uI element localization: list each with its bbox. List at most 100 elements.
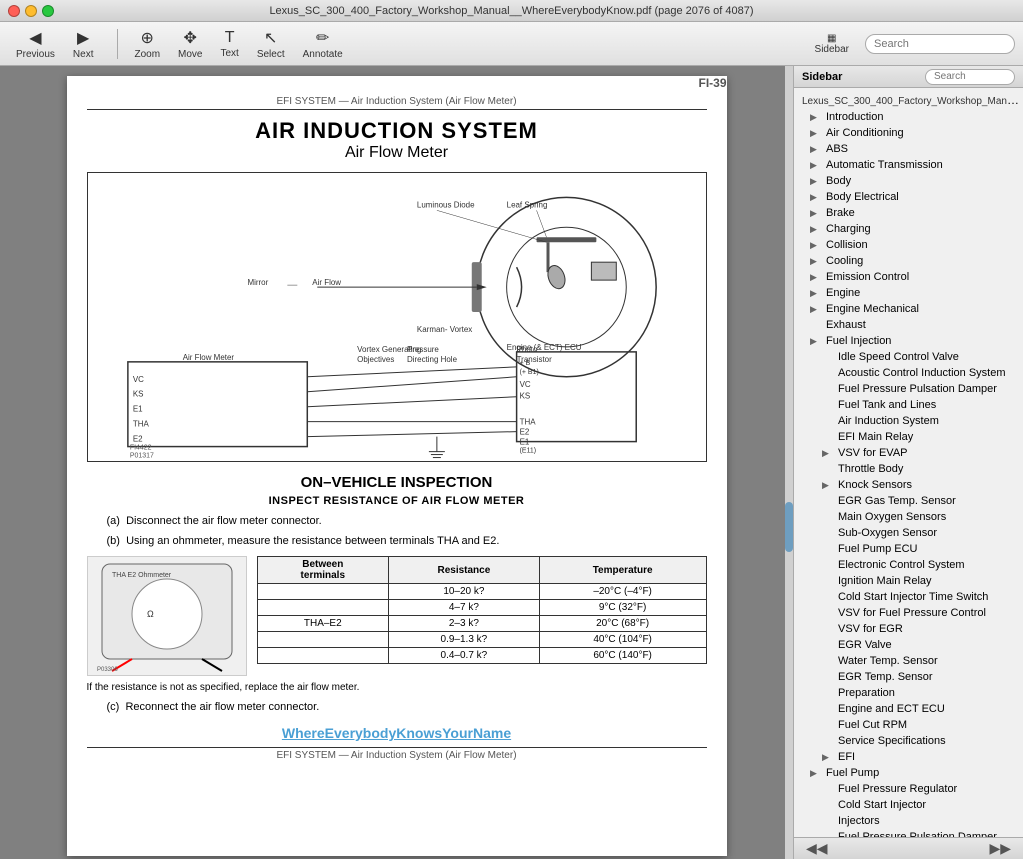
sidebar-item-introduction[interactable]: ▶Introduction	[794, 108, 1023, 124]
sidebar-prev-button[interactable]: ◀◀	[802, 840, 832, 857]
svg-text:+ B: + B	[519, 360, 530, 367]
svg-text:Ω: Ω	[147, 609, 154, 619]
sidebar-item-cooling[interactable]: ▶Cooling	[794, 252, 1023, 268]
text-button[interactable]: T Text	[212, 26, 246, 62]
search-input[interactable]	[865, 34, 1015, 54]
sidebar-item-electronic-control[interactable]: Electronic Control System	[794, 556, 1023, 572]
sidebar-item-sub-oxygen-sensor[interactable]: Sub-Oxygen Sensor	[794, 524, 1023, 540]
tree-arrow-icon: ▶	[810, 240, 822, 251]
col-resistance: Resistance	[389, 557, 540, 584]
sidebar-item-fuel-pump-ecu[interactable]: Fuel Pump ECU	[794, 540, 1023, 556]
sidebar-item-engine[interactable]: ▶Engine	[794, 284, 1023, 300]
sidebar-item-egr-valve[interactable]: EGR Valve	[794, 636, 1023, 652]
previous-button[interactable]: ◀ Previous	[8, 25, 63, 63]
sidebar-item-label: Automatic Transmission	[822, 158, 947, 172]
sidebar-item-abs[interactable]: ▶ABS	[794, 140, 1023, 156]
scrollbar-thumb[interactable]	[785, 502, 793, 552]
sidebar-item-fuel-pressure-regulator-2[interactable]: Fuel Pressure Regulator	[794, 780, 1023, 796]
sidebar-item-idle-speed-control[interactable]: Idle Speed Control Valve	[794, 348, 1023, 364]
sidebar-item-brake[interactable]: ▶Brake	[794, 204, 1023, 220]
next-button[interactable]: ▶ Next	[65, 25, 102, 63]
minimize-button[interactable]	[25, 5, 37, 17]
sidebar-item-fuel-cut-rpm[interactable]: Fuel Cut RPM	[794, 716, 1023, 732]
table-row: 0.9–1.3 k?40°C (104°F)	[257, 632, 706, 648]
sidebar-item-air-conditioning[interactable]: ▶Air Conditioning	[794, 124, 1023, 140]
step-list: (a) Disconnect the air flow meter connec…	[87, 513, 707, 550]
sidebar-item-label: Fuel Cut RPM	[834, 718, 911, 732]
sidebar-item-fuel-tank-lines[interactable]: Fuel Tank and Lines	[794, 396, 1023, 412]
sidebar-item-ignition-main-relay[interactable]: Ignition Main Relay	[794, 572, 1023, 588]
sidebar-item-vsv-egr[interactable]: VSV for EGR	[794, 620, 1023, 636]
sidebar-item-exhaust[interactable]: Exhaust	[794, 316, 1023, 332]
sidebar-item-acoustic-control[interactable]: Acoustic Control Induction System	[794, 364, 1023, 380]
sidebar-item-vsv-fuel-pressure[interactable]: VSV for Fuel Pressure Control	[794, 604, 1023, 620]
tree-arrow-icon: ▶	[810, 224, 822, 235]
annotate-button[interactable]: ✏ Annotate	[295, 25, 351, 63]
table-row: THA–E22–3 k?20°C (68°F)	[257, 616, 706, 632]
sidebar-item-body-electrical[interactable]: ▶Body Electrical	[794, 188, 1023, 204]
sidebar-item-service-specs[interactable]: Service Specifications	[794, 732, 1023, 748]
sidebar-item-charging[interactable]: ▶Charging	[794, 220, 1023, 236]
pdf-header: EFI SYSTEM — Air Induction System (Air F…	[87, 96, 707, 110]
sidebar-item-vsv-evap[interactable]: ▶VSV for EVAP	[794, 444, 1023, 460]
window-controls[interactable]	[8, 5, 54, 17]
sidebar-item-label: Body Electrical	[822, 190, 903, 204]
sidebar-item-preparation[interactable]: Preparation	[794, 684, 1023, 700]
sidebar-item-efi[interactable]: ▶EFI	[794, 748, 1023, 764]
zoom-button[interactable]: ⊕ Zoom	[126, 25, 168, 63]
sidebar-item-water-temp-sensor[interactable]: Water Temp. Sensor	[794, 652, 1023, 668]
sidebar-item-egr-gas-temp[interactable]: EGR Gas Temp. Sensor	[794, 492, 1023, 508]
sidebar-item-injectors[interactable]: Injectors	[794, 812, 1023, 828]
tree-arrow-icon: ▶	[810, 256, 822, 267]
sidebar-item-fuel-injection[interactable]: ▶Fuel Injection	[794, 332, 1023, 348]
pdf-area[interactable]: EFI SYSTEM — Air Induction System (Air F…	[0, 66, 793, 859]
sidebar-item-efi-main-relay[interactable]: EFI Main Relay	[794, 428, 1023, 444]
tree-arrow-icon: ▶	[810, 768, 822, 779]
select-button[interactable]: ↖ Select	[249, 25, 293, 63]
sidebar-item-egr-temp-sensor[interactable]: EGR Temp. Sensor	[794, 668, 1023, 684]
move-button[interactable]: ✥ Move	[170, 25, 210, 63]
sidebar-item-label: Fuel Pressure Pulsation Damper	[834, 382, 1001, 396]
on-vehicle-title: ON–VEHICLE INSPECTION	[87, 474, 707, 491]
sidebar-item-knock-sensors[interactable]: ▶Knock Sensors	[794, 476, 1023, 492]
sidebar-item-fuel-pump[interactable]: ▶Fuel Pump	[794, 764, 1023, 780]
sidebar-item-cold-start-injector[interactable]: Cold Start Injector	[794, 796, 1023, 812]
sidebar-item-body[interactable]: ▶Body	[794, 172, 1023, 188]
sidebar-item-engine-ect-ecu[interactable]: Engine and ECT ECU	[794, 700, 1023, 716]
sidebar-search-input[interactable]	[925, 69, 1015, 85]
tree-arrow-icon: ▶	[810, 336, 822, 347]
sidebar-item-emission-control[interactable]: ▶Emission Control	[794, 268, 1023, 284]
toolbar: ◀ Previous ▶ Next ⊕ Zoom ✥ Move T Text ↖…	[0, 22, 1023, 66]
svg-text:E2: E2	[519, 428, 529, 437]
svg-text:P01317: P01317	[129, 453, 153, 460]
sidebar-item-air-induction-system-sub[interactable]: Air Induction System	[794, 412, 1023, 428]
text-label: Text	[220, 48, 238, 59]
sidebar-item-label: Collision	[822, 238, 872, 252]
sidebar-item-cold-start-injector-switch[interactable]: Cold Start Injector Time Switch	[794, 588, 1023, 604]
scrollbar-track[interactable]	[785, 66, 793, 859]
sidebar-item-label: EGR Gas Temp. Sensor	[834, 494, 960, 508]
step-b: (b) Using an ohmmeter, measure the resis…	[107, 533, 707, 551]
sidebar-item-collision[interactable]: ▶Collision	[794, 236, 1023, 252]
sidebar-toggle-button[interactable]: ▦ Sidebar	[807, 30, 857, 58]
col-temperature: Temperature	[539, 557, 706, 584]
sidebar-bottom: ◀◀ ▶▶	[794, 837, 1023, 859]
diagram-box: Air Flow Karman- Vortex Vortex Generatin…	[87, 172, 707, 462]
inspection-area: THA E2 Ohmmeter Ω P03306	[87, 556, 707, 676]
sidebar-item-main-oxygen-sensors[interactable]: Main Oxygen Sensors	[794, 508, 1023, 524]
sidebar-item-throttle-body[interactable]: Throttle Body	[794, 460, 1023, 476]
close-button[interactable]	[8, 5, 20, 17]
sidebar-item-fuel-pressure-pulsation-2[interactable]: Fuel Pressure Pulsation Damper	[794, 828, 1023, 837]
sidebar-item-label: Idle Speed Control Valve	[834, 350, 963, 364]
sidebar-item-fuel-pressure-pulsation[interactable]: Fuel Pressure Pulsation Damper	[794, 380, 1023, 396]
sidebar-next-button[interactable]: ▶▶	[985, 840, 1015, 857]
sidebar-item-label: Engine and ECT ECU	[834, 702, 949, 716]
sidebar-item-automatic-transmission[interactable]: ▶Automatic Transmission	[794, 156, 1023, 172]
sidebar-item-label: ABS	[822, 142, 852, 156]
titlebar: Lexus_SC_300_400_Factory_Workshop_Manual…	[0, 0, 1023, 22]
sidebar-item-root[interactable]: Lexus_SC_300_400_Factory_Workshop_Manual…	[794, 92, 1023, 108]
sidebar-item-engine-mechanical[interactable]: ▶Engine Mechanical	[794, 300, 1023, 316]
svg-text:VC: VC	[132, 375, 143, 384]
tree-arrow-icon: ▶	[810, 112, 822, 123]
maximize-button[interactable]	[42, 5, 54, 17]
